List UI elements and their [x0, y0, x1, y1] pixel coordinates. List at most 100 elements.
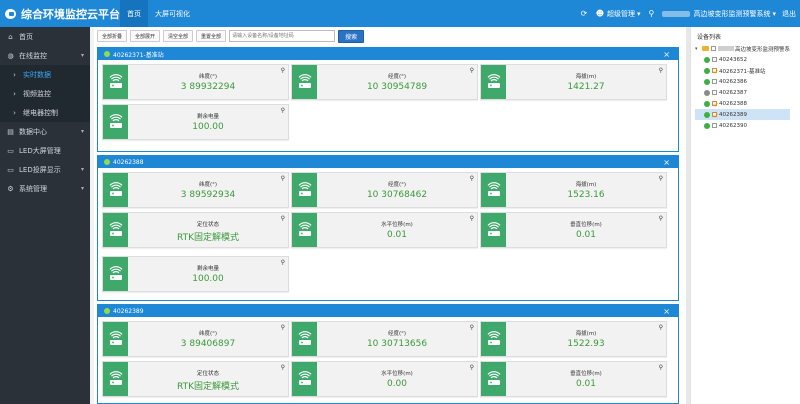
signal-device-icon	[103, 322, 128, 356]
magnify-icon[interactable]: ⚲	[659, 175, 663, 182]
search-input[interactable]	[229, 30, 336, 42]
link-icon[interactable]: ⚲	[646, 9, 656, 19]
sensor-card: 经度(°) 10 30713656 ⚲	[291, 321, 478, 357]
sensor-value: 0.01	[386, 230, 408, 240]
tree-device-item[interactable]: 40262390	[695, 120, 790, 131]
tree-device-item[interactable]: 40262386	[695, 76, 790, 87]
logout-link[interactable]: 退出	[782, 9, 796, 19]
home-icon: ⌂	[8, 32, 13, 41]
user-icon: ☻	[595, 9, 605, 18]
sidebar-item-realtime-data[interactable]: › 实时数据	[0, 65, 90, 84]
sensor-card: 海拔(m) 1522.93 ⚲	[480, 321, 667, 357]
sensor-label: 水平位移(m)	[381, 222, 413, 228]
magnify-icon[interactable]: ⚲	[470, 215, 474, 222]
sidebar-item-led-manage[interactable]: ▭ LED大屏管理	[0, 141, 90, 160]
close-icon[interactable]: ×	[663, 307, 670, 316]
magnify-icon[interactable]: ⚲	[281, 67, 285, 74]
sensor-value: 1522.93	[567, 339, 605, 349]
tree-checkbox[interactable]	[712, 57, 717, 62]
reset-all-button[interactable]: 重置全部	[196, 30, 227, 42]
sensor-card: 定位状态 RTK固定解模式 ⚲	[102, 212, 289, 248]
sidebar-item-led-display[interactable]: ▭ LED投屏显示 ▾	[0, 160, 90, 179]
tree-device-item[interactable]: 40262371-基准站	[695, 65, 790, 76]
signal-device-icon	[481, 322, 506, 356]
search-button[interactable]: 搜索	[338, 29, 365, 43]
chevron-down-icon: ▾	[80, 185, 84, 192]
magnify-icon[interactable]: ⚲	[470, 175, 474, 182]
magnify-icon[interactable]: ⚲	[281, 175, 285, 182]
magnify-icon[interactable]: ⚲	[470, 324, 474, 331]
magnify-icon[interactable]: ⚲	[659, 364, 663, 371]
clear-all-button[interactable]: 清空全部	[163, 30, 194, 42]
system-dropdown[interactable]: 高边坡变形监测预警系统 ▾	[662, 9, 776, 19]
tree-root[interactable]: ▾ 高边坡变形监测预警系	[695, 43, 790, 54]
tree-checkbox[interactable]	[712, 123, 717, 128]
tree-expand-icon[interactable]: ▾	[695, 46, 700, 52]
app-brand[interactable]: 综合环境监控云平台	[0, 6, 120, 22]
sidebar-item-data-center[interactable]: ▤ 数据中心 ▾	[0, 122, 90, 141]
tree-checkbox[interactable]	[712, 112, 718, 118]
sensor-value: 10 30768462	[366, 190, 428, 200]
sensor-value: RTK固定解模式	[177, 233, 239, 243]
sensor-value: 1421.27	[567, 82, 605, 92]
panel-header[interactable]: 40262389 ×	[98, 305, 678, 317]
sidebar-item-relay-control[interactable]: › 继电器控制	[0, 103, 90, 122]
magnify-icon[interactable]: ⚲	[659, 215, 663, 222]
sidebar-item-home[interactable]: ⌂ 首页	[0, 27, 90, 46]
tree-checkbox[interactable]	[712, 79, 717, 84]
sidebar-item-label: 首页	[19, 32, 33, 41]
magnify-icon[interactable]: ⚲	[470, 67, 474, 74]
signal-device-icon	[109, 222, 122, 236]
magnify-icon[interactable]: ⚲	[281, 324, 285, 331]
panel-header[interactable]: 40262371-基准站 ×	[98, 48, 678, 60]
magnify-icon[interactable]: ⚲	[659, 324, 663, 331]
tree-device-item[interactable]: 40262387	[695, 87, 790, 98]
device-label: 40262386	[719, 78, 747, 85]
magnify-icon[interactable]: ⚲	[281, 364, 285, 371]
magnify-icon[interactable]: ⚲	[281, 259, 285, 266]
sidebar-submenu: › 实时数据 › 视频监控 › 继电器控制	[0, 65, 90, 122]
user-dropdown[interactable]: ☻ 超级管理 ▾	[595, 9, 641, 19]
chevron-down-icon: ▾	[772, 9, 776, 18]
signal-device-icon	[481, 65, 506, 99]
tab-home[interactable]: 首页	[120, 0, 148, 27]
sensor-card: 定位状态 RTK固定解模式 ⚲	[102, 361, 289, 397]
sidebar-item-system[interactable]: ⚙ 系统管理 ▾	[0, 179, 90, 198]
tree-device-item[interactable]: 40262389	[695, 109, 791, 120]
tree-checkbox[interactable]	[712, 101, 718, 107]
expand-all-button[interactable]: 全部展开	[130, 30, 161, 42]
panel-header[interactable]: 40262388 ×	[98, 156, 678, 168]
sidebar-item-video-monitor[interactable]: › 视频监控	[0, 84, 90, 103]
folder-icon	[702, 46, 709, 51]
sensor-card: 垂直位移(m) 0.01 ⚲	[480, 361, 667, 397]
magnify-icon[interactable]: ⚲	[659, 67, 663, 74]
tree-checkbox[interactable]	[712, 90, 717, 95]
close-icon[interactable]: ×	[663, 158, 670, 167]
cloud-logo-icon	[5, 8, 16, 19]
collapse-all-button[interactable]: 全部折叠	[97, 30, 128, 42]
refresh-icon[interactable]: ⟳	[579, 9, 589, 19]
sidebar: ⌂ 首页 ◍ 在线监控 ▾ › 实时数据 › 视频监控 › 继电器控制 ▤ 数据…	[0, 27, 90, 404]
sensor-value: 0.00	[386, 379, 408, 389]
sensor-card: 纬度(°) 3 89932294 ⚲	[102, 64, 289, 100]
signal-device-icon	[292, 213, 317, 247]
device-list-panel: 设备列表 ▾ 高边坡变形监测预警系 40243652 40262371-基准站 40…	[690, 27, 800, 404]
signal-device-icon	[298, 74, 311, 88]
tree-device-item[interactable]: 40243652	[695, 54, 790, 65]
magnify-icon[interactable]: ⚲	[281, 107, 285, 114]
signal-device-icon	[103, 362, 128, 396]
signal-device-icon	[103, 65, 128, 99]
sidebar-item-label: 数据中心	[19, 127, 47, 136]
signal-device-icon	[103, 105, 128, 139]
magnify-icon[interactable]: ⚲	[470, 364, 474, 371]
sensor-value: 10 30954789	[366, 82, 428, 92]
chevron-down-icon: ▾	[636, 9, 641, 18]
tree-checkbox[interactable]	[712, 68, 718, 74]
magnify-icon[interactable]: ⚲	[281, 215, 285, 222]
tree-device-item[interactable]: 40262388	[695, 98, 790, 109]
sidebar-item-online-monitor[interactable]: ◍ 在线监控 ▾	[0, 46, 90, 65]
signal-device-icon	[109, 114, 122, 128]
tree-checkbox[interactable]	[711, 46, 716, 51]
tab-big-screen[interactable]: 大屏可视化	[148, 0, 197, 27]
close-icon[interactable]: ×	[663, 50, 670, 59]
